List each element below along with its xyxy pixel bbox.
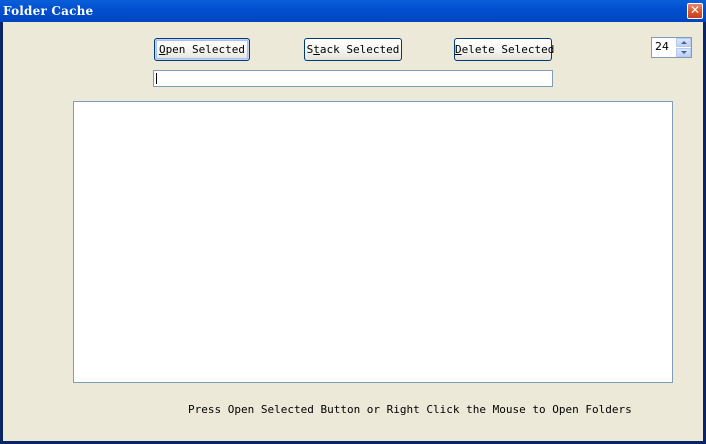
- open-selected-button[interactable]: Open Selected: [154, 38, 250, 61]
- count-spinner-value[interactable]: 24: [655, 40, 669, 53]
- text-caret: [156, 73, 157, 84]
- count-spinner[interactable]: 24: [651, 37, 692, 58]
- client-area: Open Selected Stack Selected Delete Sele…: [3, 22, 703, 441]
- open-selected-label: pen Selected: [165, 43, 246, 56]
- stack-selected-label: ack Selected: [319, 43, 400, 56]
- close-button[interactable]: ✕: [687, 3, 703, 19]
- folder-cache-window: Folder Cache ✕ Open Selected Stack Selec…: [0, 0, 706, 444]
- window-title: Folder Cache: [3, 4, 94, 18]
- delete-selected-access-key: D: [455, 43, 462, 56]
- delete-selected-label: elete Selected: [461, 43, 555, 56]
- stack-selected-access-key: t: [313, 43, 320, 56]
- delete-selected-button[interactable]: Delete Selected: [454, 38, 555, 61]
- folder-list[interactable]: [73, 101, 673, 383]
- spinner-arrows: [676, 38, 691, 57]
- status-message: Press Open Selected Button or Right Clic…: [188, 403, 632, 416]
- path-input[interactable]: [153, 70, 553, 87]
- open-selected-access-key: O: [158, 43, 166, 56]
- spin-down-arrow-icon[interactable]: [676, 48, 691, 57]
- close-icon: ✕: [689, 3, 701, 17]
- stack-selected-button[interactable]: Stack Selected: [304, 38, 402, 61]
- title-bar[interactable]: Folder Cache ✕: [0, 0, 706, 22]
- spin-up-arrow-icon[interactable]: [676, 38, 691, 47]
